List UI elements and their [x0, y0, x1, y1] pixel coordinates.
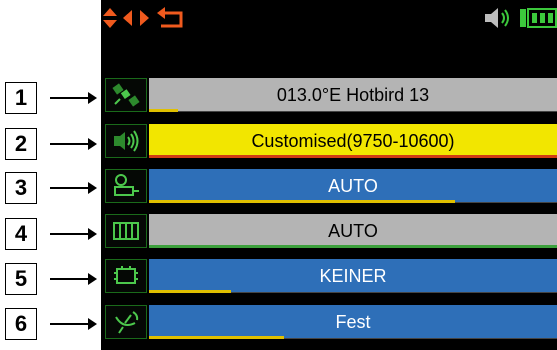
arrow-right-icon [50, 273, 97, 285]
satellite-value: 013.0°E Hotbird 13 [276, 84, 430, 105]
lnb-value: Customised(9750-10600) [251, 130, 455, 151]
satellite-icon [105, 78, 147, 112]
callout-number: 3 [5, 172, 37, 204]
settings-row-multiswitch[interactable]: AUTO [105, 214, 557, 248]
callout-6: 6 [0, 308, 100, 342]
callout-number: 2 [5, 128, 37, 160]
settings-row-motor[interactable]: Fest [105, 305, 557, 339]
callout-4: 4 [0, 218, 100, 252]
row-gauge [149, 290, 231, 293]
dish-motor-icon [105, 305, 147, 339]
callout-number: 6 [5, 308, 37, 340]
tuner-chip-icon [105, 259, 147, 293]
callout-5: 5 [0, 263, 100, 297]
callout-2: 2 [0, 128, 100, 162]
lnb-signal-icon [105, 124, 147, 158]
arrow-right-icon [50, 228, 97, 240]
row-gauge [149, 245, 557, 248]
arrow-right-icon [50, 318, 97, 330]
arrow-right-icon [50, 182, 97, 194]
row-gauge [149, 336, 284, 339]
arrow-right-icon [50, 138, 97, 150]
callout-3: 3 [0, 172, 100, 206]
diseqc-switch-icon [105, 169, 147, 203]
status-bar [101, 0, 557, 36]
diseqc-field[interactable]: AUTO [149, 169, 557, 203]
settings-row-diseqc[interactable]: AUTO [105, 169, 557, 203]
motor-value: Fest [335, 311, 371, 332]
settings-row-satellite[interactable]: 013.0°E Hotbird 13 [105, 78, 557, 112]
multiswitch-field[interactable]: AUTO [149, 214, 557, 248]
arrow-right-icon [50, 92, 97, 104]
satellite-field[interactable]: 013.0°E Hotbird 13 [149, 78, 557, 112]
row-gauge [149, 155, 557, 158]
unicable-field[interactable]: KEINER [149, 259, 557, 293]
multiswitch-icon [105, 214, 147, 248]
row-gauge [149, 109, 178, 112]
up-down-arrows-icon[interactable] [101, 6, 119, 30]
back-return-icon[interactable] [155, 6, 187, 30]
diseqc-value: AUTO [328, 175, 378, 196]
speaker-volume-icon [485, 8, 509, 28]
callout-1: 1 [0, 82, 100, 116]
settings-row-lnb[interactable]: Customised(9750-10600) [105, 124, 557, 158]
callout-number: 5 [5, 263, 37, 295]
motor-field[interactable]: Fest [149, 305, 557, 339]
device-screen: 013.0°E Hotbird 13 Customised(9750-10600… [101, 0, 557, 350]
unicable-value: KEINER [319, 265, 387, 286]
settings-row-unicable[interactable]: KEINER [105, 259, 557, 293]
battery-icon [520, 8, 557, 28]
left-right-arrows-icon[interactable] [121, 6, 151, 30]
multiswitch-value: AUTO [328, 220, 378, 241]
row-gauge [149, 200, 455, 203]
lnb-field[interactable]: Customised(9750-10600) [149, 124, 557, 158]
callout-number: 1 [5, 82, 37, 114]
callout-number: 4 [5, 218, 37, 250]
